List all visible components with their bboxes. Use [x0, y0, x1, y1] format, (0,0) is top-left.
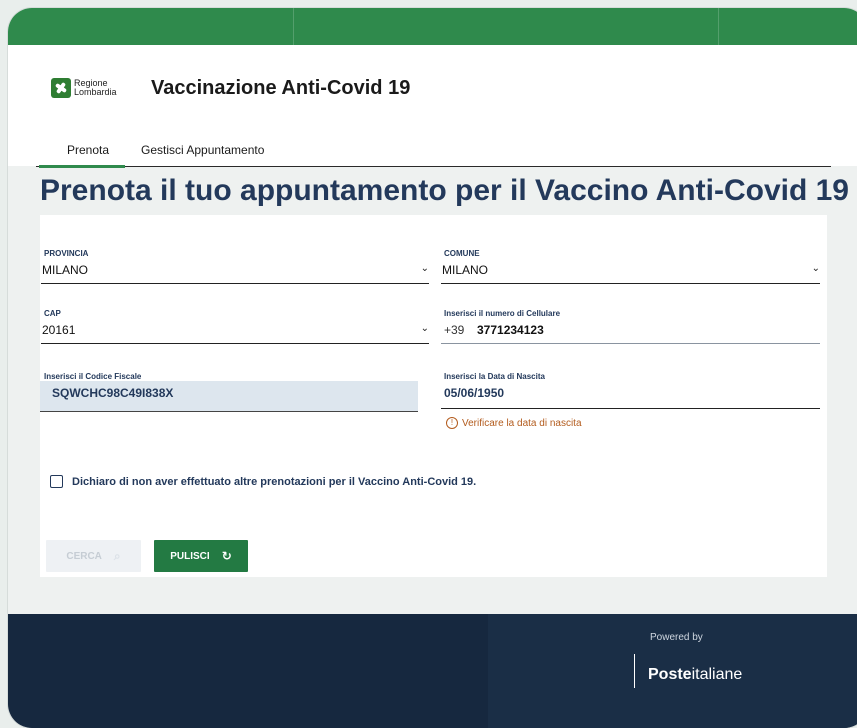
comune-value: MILANO [442, 263, 489, 277]
cap-label: CAP [44, 309, 61, 318]
page-title: Prenota il tuo appuntamento per il Vacci… [40, 174, 849, 207]
cellulare-value: 3771234123 [477, 323, 544, 337]
booking-form-card: PROVINCIA MILANO ⌄ COMUNE MILANO ⌄ CAP 2… [40, 215, 827, 577]
field-underline [41, 343, 429, 344]
data-nascita-label: Inserisci la Data di Nascita [444, 372, 545, 381]
app-title: Vaccinazione Anti-Covid 19 [151, 77, 411, 99]
poste-italiane-logo[interactable]: Posteitaliane [648, 666, 742, 684]
field-underline [441, 343, 820, 344]
tab-bar: Prenota Gestisci Appuntamento [36, 135, 831, 168]
codice-fiscale-value: SQWCHC98C49I838X [52, 386, 174, 400]
app-frame: Regione Lombardia Vaccinazione Anti-Covi… [8, 8, 857, 728]
logo-line-2: Lombardia [74, 87, 117, 97]
comune-select[interactable]: COMUNE MILANO ⌄ [441, 249, 820, 285]
phone-prefix: +39 [444, 323, 465, 337]
tab-prenota[interactable]: Prenota [38, 143, 126, 168]
logo-text: Regione Lombardia [74, 79, 117, 97]
lombardia-cross-icon [51, 78, 71, 98]
header: Regione Lombardia Vaccinazione Anti-Covi… [8, 45, 857, 168]
comune-label: COMUNE [444, 249, 480, 258]
footer-divider [634, 654, 635, 688]
top-bar [8, 8, 857, 46]
poste-brand-regular: italiane [691, 666, 743, 683]
chevron-down-icon: ⌄ [811, 263, 820, 274]
poste-brand-bold: Poste [648, 666, 692, 683]
pulisci-label: PULISCI [170, 550, 210, 562]
chevron-down-icon: ⌄ [420, 263, 429, 274]
cap-select[interactable]: CAP 20161 ⌄ [41, 309, 429, 345]
footer: Powered by Posteitaliane [8, 614, 857, 728]
tab-gestisci-appuntamento[interactable]: Gestisci Appuntamento [141, 143, 264, 157]
top-bar-segment [293, 8, 584, 46]
warning-text: Verificare la data di nascita [462, 417, 582, 429]
dichiarazione-checkbox[interactable] [50, 475, 63, 488]
refresh-icon: ↻ [221, 549, 232, 563]
field-underline [441, 283, 820, 284]
warning-icon: ! [446, 417, 458, 429]
field-underline [441, 408, 820, 409]
pulisci-button[interactable]: PULISCI ↻ [154, 540, 248, 572]
data-nascita-value: 05/06/1950 [444, 386, 505, 400]
cellulare-label: Inserisci il numero di Cellulare [444, 309, 561, 318]
cerca-label: CERCA [66, 550, 102, 562]
powered-by-text: Powered by [650, 632, 703, 643]
codice-fiscale-field[interactable]: Inserisci il Codice Fiscale SQWCHC98C49I… [41, 372, 419, 408]
top-bar-segment [718, 8, 857, 45]
field-underline [41, 283, 429, 284]
data-nascita-warning: ! Verificare la data di nascita [446, 417, 582, 429]
cap-value: 20161 [42, 323, 76, 337]
cerca-button[interactable]: CERCA ⌕ [46, 540, 141, 572]
provincia-label: PROVINCIA [44, 249, 89, 258]
data-nascita-field[interactable]: Inserisci la Data di Nascita 05/06/1950 [441, 372, 820, 409]
dichiarazione-text: Dichiaro di non aver effettuato altre pr… [72, 475, 477, 488]
codice-fiscale-label: Inserisci il Codice Fiscale [44, 372, 142, 381]
dichiarazione-row[interactable]: Dichiaro di non aver effettuato altre pr… [50, 475, 476, 488]
cellulare-field[interactable]: Inserisci il numero di Cellulare +39 377… [441, 309, 820, 345]
regione-lombardia-logo[interactable]: Regione Lombardia [51, 78, 117, 98]
search-icon: ⌕ [113, 548, 121, 563]
provincia-value: MILANO [42, 263, 89, 277]
provincia-select[interactable]: PROVINCIA MILANO ⌄ [41, 249, 429, 285]
chevron-down-icon: ⌄ [420, 323, 429, 334]
